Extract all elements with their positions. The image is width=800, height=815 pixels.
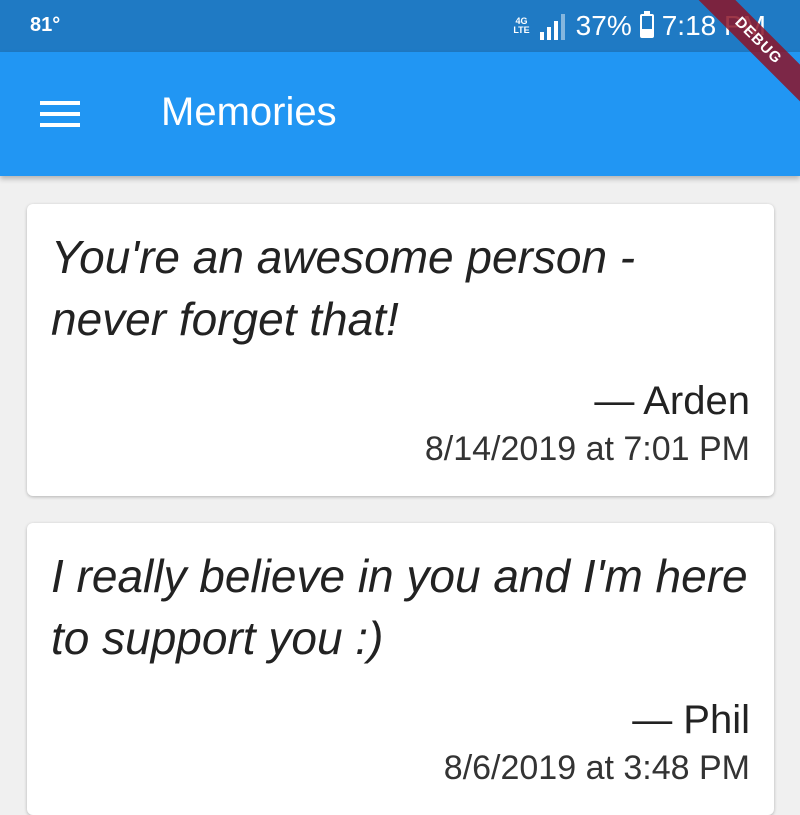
memory-card[interactable]: I really believe in you and I'm here to …	[27, 523, 774, 815]
battery-percent: 37%	[575, 10, 632, 41]
status-bar: 81° 4G LTE 37% 7:18 PM	[0, 0, 800, 52]
status-indicators: 4G LTE 37% 7:18 PM	[513, 8, 766, 44]
memory-author: — Arden	[594, 379, 750, 423]
network-type-icon: 4G LTE	[513, 17, 529, 35]
memory-card[interactable]: You're an awesome person - never forget …	[27, 204, 774, 496]
battery-level-fill	[641, 28, 652, 36]
app-bar: Memories	[0, 52, 800, 176]
memory-author: — Phil	[632, 698, 750, 742]
page-title: Memories	[161, 90, 337, 134]
battery-icon	[639, 11, 654, 38]
network-type-bottom: LTE	[513, 25, 530, 35]
signal-strength-icon	[539, 14, 565, 40]
memory-timestamp: 8/6/2019 at 3:48 PM	[443, 749, 750, 787]
weather-temperature: 81°	[30, 14, 61, 36]
memory-timestamp: 8/14/2019 at 7:01 PM	[424, 430, 750, 468]
memories-list[interactable]: You're an awesome person - never forget …	[27, 176, 774, 815]
status-time: 7:18 PM	[661, 10, 766, 41]
memory-quote: You're an awesome person - never forget …	[51, 231, 636, 345]
hamburger-menu-icon[interactable]	[30, 94, 90, 134]
memory-quote: I really believe in you and I'm here to …	[51, 550, 748, 664]
